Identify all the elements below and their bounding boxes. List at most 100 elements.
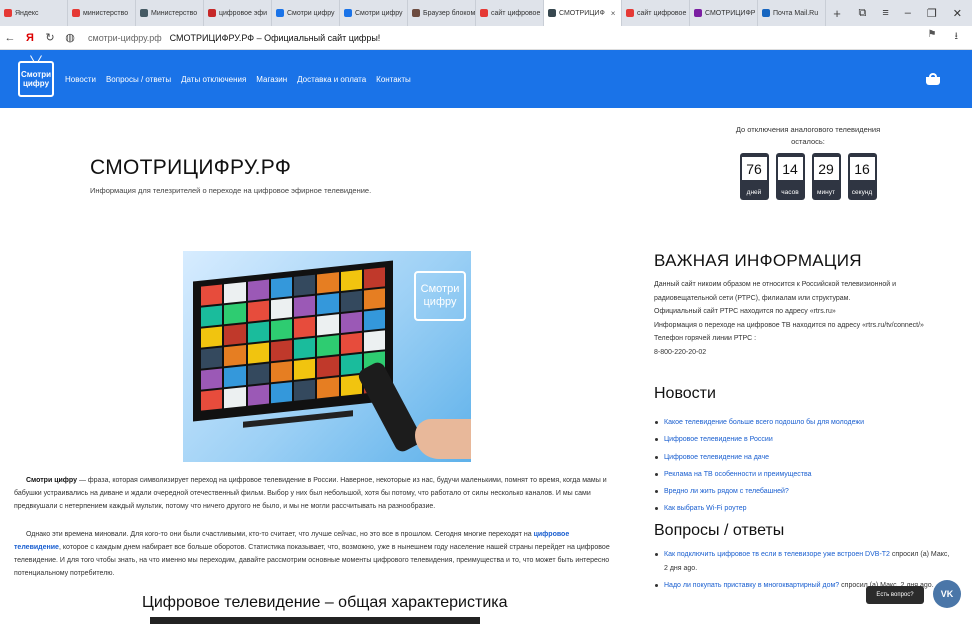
vk-icon[interactable]: VK (933, 580, 961, 608)
article-bold-term: Смотри цифру (26, 477, 78, 484)
tab-favicon-icon (72, 9, 80, 17)
important-line: Данный сайт никоим образом не относится … (654, 281, 897, 302)
cart-icon[interactable] (926, 73, 940, 85)
article-paragraph-1: Смотри цифру — фраза, которая символизир… (14, 477, 607, 510)
browser-tab[interactable]: Браузер блоком (408, 0, 476, 26)
browser-tab[interactable]: СМОТРИЦИФ × (544, 0, 622, 26)
countdown-box: 16 секунд (847, 153, 877, 200)
tab-label: Министерство (151, 9, 198, 17)
browser-tab[interactable]: Смотри цифру (340, 0, 408, 26)
nav-item[interactable]: Магазин (256, 75, 287, 84)
countdown-boxes: 76 дней 14 часов 29 минут 16 секунд (733, 153, 883, 200)
news-heading: Новости (654, 385, 716, 402)
news-list: Какое телевидение больше всего подошло б… (654, 414, 954, 518)
tab-manager-icon[interactable]: ⧉ (859, 7, 867, 20)
section-image-top (150, 617, 480, 624)
tab-label: СМОТРИЦИФ (559, 9, 605, 17)
site-header: Смотри цифру Новости Вопросы / ответы Даты… (0, 50, 972, 108)
tab-label: Почта Mail.Ru (773, 9, 819, 17)
tab-label: сайт цифровое (637, 9, 687, 17)
countdown-unit: дней (746, 189, 762, 196)
qa-item: Как подключить цифровое тв если в телеви… (654, 548, 954, 575)
news-link[interactable]: Цифровое телевидение на даче (664, 454, 769, 461)
url-domain: смотри-цифру.рф (88, 32, 162, 43)
tab-label: Яндекс (15, 9, 39, 17)
news-link[interactable]: Вредно ли жить рядом с телебашней? (664, 488, 789, 495)
tab-favicon-icon (276, 9, 284, 17)
browser-tab[interactable]: сайт цифровое (476, 0, 544, 26)
news-link[interactable]: Какое телевидение больше всего подошло б… (664, 419, 864, 426)
news-link[interactable]: Реклама на ТВ особенности и преимущества (664, 471, 812, 478)
ask-question-button[interactable]: Есть вопрос? (866, 586, 924, 604)
important-text: Данный сайт никоим образом не относится … (654, 278, 954, 359)
countdown-box: 14 часов (775, 153, 805, 200)
hand-illustration (415, 419, 471, 459)
countdown-value: 76 (741, 157, 767, 180)
news-item: Цифровое телевидение на даче (654, 449, 954, 466)
tv-illustration (193, 260, 393, 422)
nav-item[interactable]: Контакты (376, 75, 411, 84)
site-title: СМОТРИЦИФРУ.РФ (90, 156, 292, 179)
tab-label: министерство (83, 9, 129, 17)
nav-item[interactable]: Новости (65, 75, 96, 84)
tab-favicon-icon (480, 9, 488, 17)
tab-favicon-icon (548, 9, 556, 17)
tab-label: сайт цифровое (491, 9, 541, 17)
countdown-unit: секунд (851, 189, 873, 196)
news-item: Цифровое телевидение в России (654, 431, 954, 448)
important-line: Официальный сайт РТРС находится по адрес… (654, 308, 836, 315)
nav-item[interactable]: Вопросы / ответы (106, 75, 171, 84)
window-controls: ⧉ ≡ – ❐ ✕ (859, 7, 972, 20)
news-link[interactable]: Как выбрать Wi-Fi роутер (664, 505, 747, 512)
countdown-value: 14 (777, 157, 803, 180)
hero-logo: Смотри цифру (414, 271, 466, 321)
close-tab-icon[interactable]: × (611, 9, 616, 18)
tab-label: СМОТРИЦИФР (705, 9, 756, 17)
browser-tab[interactable]: Почта Mail.Ru (758, 0, 826, 26)
browser-tab[interactable]: Яндекс (0, 0, 68, 26)
countdown-box: 29 минут (811, 153, 841, 200)
new-tab-button[interactable]: + (826, 6, 848, 21)
countdown-widget: До отключения аналогового телевидения ос… (733, 124, 883, 200)
tab-favicon-icon (4, 9, 12, 17)
browser-tab[interactable]: Смотри цифру (272, 0, 340, 26)
browser-tab[interactable]: сайт цифровое (622, 0, 690, 26)
reload-icon[interactable]: ↻ (40, 31, 60, 44)
qa-link[interactable]: Как подключить цифровое тв если в телеви… (664, 551, 890, 558)
back-arrow-icon[interactable]: ← (0, 32, 20, 44)
qa-heading: Вопросы / ответы (654, 522, 785, 539)
nav-item[interactable]: Доставка и оплата (297, 75, 366, 84)
bookmark-icon[interactable]: ⚑ (928, 29, 937, 46)
news-item: Как выбрать Wi-Fi роутер (654, 500, 954, 517)
tab-favicon-icon (694, 9, 702, 17)
download-icon[interactable]: ⭳ (955, 29, 959, 46)
url-field[interactable]: смотри-цифру.рф СМОТРИЦИФРУ.РФ – Официал… (88, 33, 380, 43)
site-info-icon[interactable]: ◍ (60, 31, 80, 44)
countdown-caption: До отключения аналогового телевидения ос… (735, 125, 881, 146)
news-item: Вредно ли жить рядом с телебашней? (654, 483, 954, 500)
browser-tab[interactable]: цифровое эфи (204, 0, 272, 26)
browser-tab[interactable]: министерство (68, 0, 136, 26)
site-logo[interactable]: Смотри цифру (18, 61, 54, 97)
countdown-unit: часов (781, 189, 799, 196)
browser-tab[interactable]: СМОТРИЦИФР (690, 0, 758, 26)
restore-icon[interactable]: ❐ (927, 7, 937, 20)
qa-link[interactable]: Надо ли покупать приставку в многокварти… (664, 582, 839, 589)
tab-favicon-icon (344, 9, 352, 17)
news-link[interactable]: Цифровое телевидение в России (664, 436, 773, 443)
close-window-icon[interactable]: ✕ (953, 7, 962, 20)
countdown-unit: минут (817, 189, 835, 196)
browser-tab[interactable]: Министерство (136, 0, 204, 26)
important-line: Информация о переходе на цифровое ТВ нах… (654, 321, 924, 329)
important-line: Телефон горячей линии РТРС : (654, 335, 757, 342)
tab-label: Смотри цифру (287, 9, 335, 17)
countdown-box: 76 дней (739, 153, 769, 200)
yandex-logo-icon[interactable]: Я (20, 32, 40, 44)
tab-label: Браузер блоком (423, 9, 476, 17)
nav-item[interactable]: Даты отключения (181, 75, 246, 84)
menu-icon[interactable]: ≡ (882, 7, 888, 20)
site-logo-text: Смотри цифру (21, 70, 51, 88)
minimize-icon[interactable]: – (905, 7, 911, 20)
important-heading: ВАЖНАЯ ИНФОРМАЦИЯ (654, 251, 862, 270)
site-subtitle: Информация для телезрителей о переходе н… (90, 186, 372, 195)
